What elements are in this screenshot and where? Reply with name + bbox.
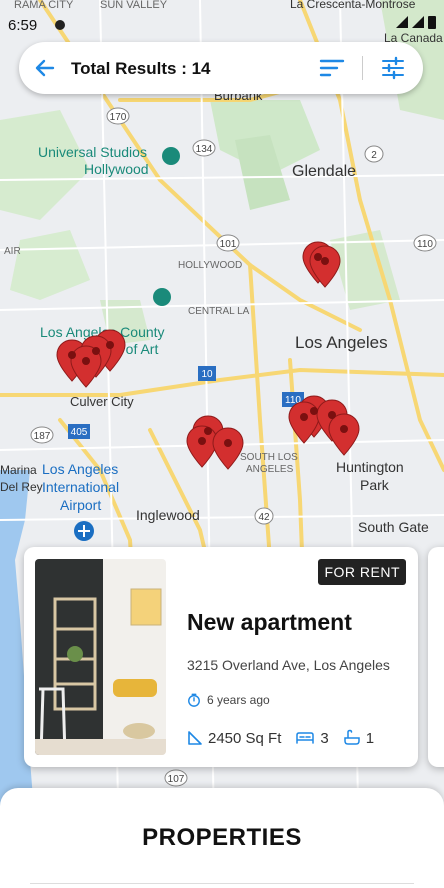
map-label-air: AIR (4, 246, 21, 257)
route-134-label: 134 (196, 144, 213, 155)
map-label-inglewood: Inglewood (136, 507, 200, 523)
map-label-universal-hollywood: Hollywood (84, 161, 149, 177)
map-label-glendale: Glendale (292, 163, 356, 180)
museum-poi-icon[interactable] (153, 288, 171, 306)
bath-icon (343, 729, 360, 745)
route-107-label: 107 (168, 774, 185, 785)
property-card[interactable]: FOR RENT New apartment 3215 Overland Ave… (24, 547, 418, 767)
area-icon (188, 731, 202, 745)
map-label-los-angeles: Los Angeles (295, 333, 388, 352)
results-header: Total Results : 14 (19, 42, 423, 94)
filter-sliders-icon[interactable] (381, 56, 405, 80)
map-label-delrey: Del Rey (0, 480, 43, 494)
listing-age-text: 6 years ago (207, 693, 270, 707)
map-label-huntington-1: Huntington (336, 459, 404, 475)
sort-icon[interactable] (319, 58, 345, 78)
status-bar: 6:59 (0, 0, 444, 34)
baths-value: 1 (365, 729, 375, 747)
map-label-lax-3: Airport (60, 497, 101, 513)
route-2-label: 2 (371, 150, 377, 161)
map-label-universal: Universal Studios (38, 144, 147, 160)
sheet-divider (30, 883, 414, 884)
map-label-south-la-2: ANGELES (246, 464, 294, 475)
route-42-label: 42 (258, 512, 270, 523)
property-address: 3215 Overland Ave, Los Angeles (187, 657, 390, 673)
route-10-label: 10 (201, 369, 213, 380)
map-label-huntington-2: Park (360, 477, 390, 493)
area-value: 2450 Sq Ft (208, 729, 282, 747)
map-label-marina: Marina (0, 463, 37, 477)
stopwatch-icon (188, 693, 200, 707)
listing-age: 6 years ago (187, 693, 270, 707)
route-110-label: 110 (417, 239, 433, 250)
map-label-south-la-1: SOUTH LOS (240, 452, 298, 463)
map-label-culver: Culver City (70, 394, 134, 409)
header-divider (362, 56, 363, 80)
signal-battery-icon (396, 16, 436, 29)
map-label-southgate: South Gate (358, 519, 429, 535)
area-feature: 2450 Sq Ft (187, 730, 281, 747)
universal-poi-icon[interactable] (162, 147, 180, 165)
results-title: Total Results : 14 (71, 59, 211, 78)
property-title: New apartment (187, 609, 352, 635)
next-property-card[interactable] (428, 547, 444, 767)
route-405-label: 405 (71, 427, 88, 438)
back-arrow-icon[interactable] (33, 56, 57, 80)
notification-icon (55, 20, 65, 30)
route-170-label: 170 (110, 112, 127, 123)
baths-feature: 1 (343, 729, 374, 747)
status-time: 6:59 (8, 17, 38, 34)
listing-type-badge: FOR RENT (318, 559, 406, 585)
route-187-label: 187 (34, 431, 51, 442)
map-label-lax-2: International (42, 479, 119, 495)
route-101-label: 101 (220, 239, 237, 250)
property-photo (35, 559, 166, 755)
properties-sheet[interactable]: PROPERTIES (0, 788, 444, 888)
system-icons (394, 16, 438, 33)
beds-value: 3 (320, 729, 329, 747)
property-features: 2450 Sq Ft 3 1 (187, 729, 388, 747)
map-label-hollywood: HOLLYWOOD (178, 260, 242, 271)
bed-icon (296, 732, 315, 744)
properties-heading: PROPERTIES (142, 824, 302, 851)
map-label-central-la: CENTRAL LA (188, 306, 250, 317)
map-label-lax-1: Los Angeles (42, 461, 118, 477)
beds-feature: 3 (295, 729, 329, 747)
